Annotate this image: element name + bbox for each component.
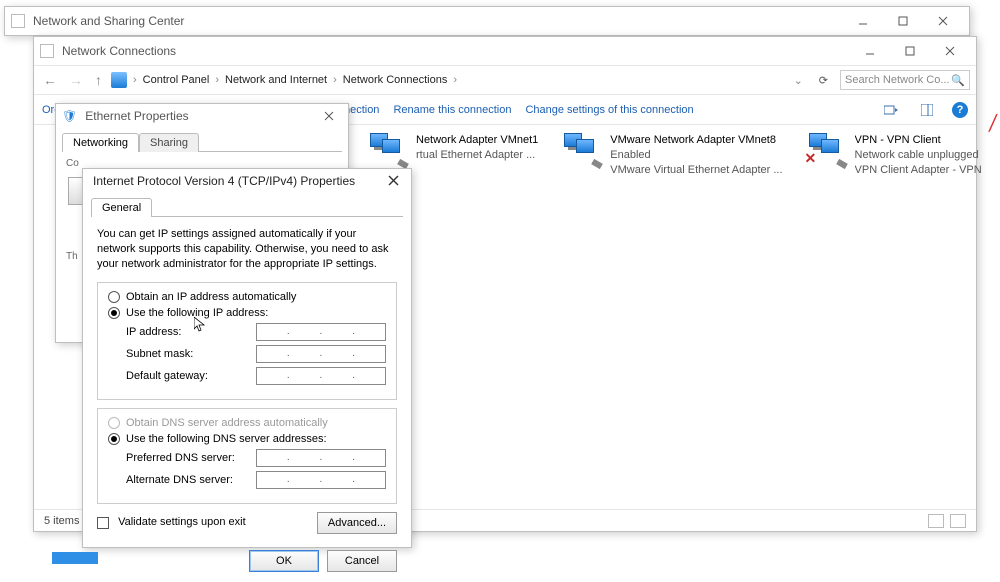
breadcrumb-item[interactable]: Network Connections	[343, 74, 448, 86]
ok-button[interactable]: OK	[249, 550, 319, 572]
disconnected-icon: ✕	[805, 150, 817, 167]
alternate-dns-input[interactable]: ...	[256, 471, 386, 489]
back-button[interactable]: ←	[40, 72, 60, 88]
minimize-button[interactable]	[843, 11, 883, 31]
breadcrumb-item[interactable]: Control Panel	[143, 74, 210, 86]
validate-checkbox[interactable]	[97, 517, 109, 529]
default-gateway-label: Default gateway:	[126, 370, 256, 382]
adapter-name: VPN - VPN Client	[855, 133, 982, 148]
adapter-device: rtual Ethernet Adapter ...	[416, 148, 538, 163]
validate-checkbox-row[interactable]: Validate settings upon exit	[97, 516, 246, 528]
forward-button[interactable]: →	[66, 72, 86, 88]
icons-view-button[interactable]	[950, 514, 966, 528]
adapter-status: Network cable unplugged	[855, 148, 982, 163]
advanced-button[interactable]: Advanced...	[317, 512, 397, 534]
adapter-item[interactable]: VMware Network Adapter VMnet8 Enabled VM…	[560, 133, 782, 178]
address-dropdown[interactable]: ⌄	[794, 74, 803, 87]
dns-settings-group: Obtain DNS server address automatically …	[97, 408, 397, 504]
adapter-status: Enabled	[610, 148, 782, 163]
view-options-button[interactable]	[880, 101, 902, 119]
titlebar[interactable]: 🛡 Ethernet Properties	[56, 104, 348, 128]
tab-bar: Networking Sharing	[62, 132, 342, 152]
shield-icon: 🛡	[62, 109, 77, 123]
radio-label: Obtain an IP address automatically	[126, 291, 296, 303]
breadcrumb-separator: ›	[133, 74, 137, 86]
radio-label: Use the following DNS server addresses:	[126, 433, 327, 445]
window-title: Internet Protocol Version 4 (TCP/IPv4) P…	[89, 174, 382, 188]
control-panel-icon	[111, 72, 127, 88]
cancel-button[interactable]: Cancel	[327, 550, 397, 572]
network-adapter-icon: ✕	[805, 133, 849, 167]
titlebar[interactable]: Network Connections	[34, 37, 976, 65]
subnet-mask-input[interactable]: ...	[256, 345, 386, 363]
subnet-mask-label: Subnet mask:	[126, 348, 256, 360]
help-button[interactable]: ?	[952, 102, 968, 118]
preferred-dns-input[interactable]: ...	[256, 449, 386, 467]
adapter-item[interactable]: ✕ VPN - VPN Client Network cable unplugg…	[805, 133, 982, 178]
search-input[interactable]: Search Network Co... 🔍	[840, 70, 970, 90]
tab-networking[interactable]: Networking	[62, 133, 139, 152]
app-icon	[11, 14, 25, 28]
radio-label: Obtain DNS server address automatically	[126, 417, 328, 429]
preferred-dns-label: Preferred DNS server:	[126, 452, 256, 464]
maximize-button[interactable]	[890, 41, 930, 61]
breadcrumb-separator: ›	[453, 74, 457, 86]
radio-obtain-dns	[108, 417, 120, 429]
radio-use-dns[interactable]	[108, 433, 120, 445]
window-network-sharing-center: Network and Sharing Center	[4, 6, 970, 36]
window-title: Network and Sharing Center	[29, 14, 843, 28]
change-settings-cmd[interactable]: Change settings of this connection	[525, 104, 693, 116]
breadcrumb-item[interactable]: Network and Internet	[225, 74, 327, 86]
annotation-mark: ⁄	[990, 110, 998, 138]
default-gateway-input[interactable]: ...	[256, 367, 386, 385]
tab-bar: General	[91, 197, 403, 217]
up-button[interactable]: ↑	[92, 72, 105, 88]
maximize-button[interactable]	[883, 11, 923, 31]
titlebar[interactable]: Network and Sharing Center	[5, 7, 969, 35]
adapter-name: VMware Network Adapter VMnet8	[610, 133, 782, 148]
close-button[interactable]	[923, 11, 963, 31]
radio-obtain-ip[interactable]	[108, 291, 120, 303]
ip-address-label: IP address:	[126, 326, 256, 338]
details-view-button[interactable]	[928, 514, 944, 528]
tab-general[interactable]: General	[91, 198, 152, 217]
titlebar[interactable]: Internet Protocol Version 4 (TCP/IPv4) P…	[83, 169, 411, 193]
network-adapter-icon	[366, 133, 410, 167]
ip-settings-group: Obtain an IP address automatically Use t…	[97, 282, 397, 400]
rename-cmd[interactable]: Rename this connection	[393, 104, 511, 116]
close-button[interactable]	[382, 173, 405, 189]
network-adapter-icon	[560, 133, 604, 167]
alternate-dns-label: Alternate DNS server:	[126, 474, 256, 486]
radio-use-ip[interactable]	[108, 307, 120, 319]
breadcrumb-separator: ›	[215, 74, 219, 86]
item-count: 5 items	[44, 515, 79, 527]
app-icon	[40, 44, 54, 58]
search-placeholder: Search Network Co...	[845, 74, 950, 86]
window-title: Network Connections	[58, 44, 850, 58]
preview-pane-button[interactable]	[916, 101, 938, 119]
description-text: You can get IP settings assigned automat…	[83, 217, 411, 278]
validate-label: Validate settings upon exit	[118, 516, 246, 528]
taskbar-item[interactable]	[52, 552, 98, 564]
ip-address-input[interactable]: ...	[256, 323, 386, 341]
window-title: Ethernet Properties	[81, 109, 316, 123]
refresh-button[interactable]: ⟳	[813, 74, 834, 87]
adapter-device: VMware Virtual Ethernet Adapter ...	[610, 163, 782, 178]
radio-label: Use the following IP address:	[126, 307, 268, 319]
close-button[interactable]	[930, 41, 970, 61]
search-icon: 🔍	[951, 74, 965, 87]
minimize-button[interactable]	[850, 41, 890, 61]
adapter-name: Network Adapter VMnet1	[416, 133, 538, 148]
close-button[interactable]	[316, 106, 342, 126]
window-ipv4-properties: Internet Protocol Version 4 (TCP/IPv4) P…	[82, 168, 412, 548]
tab-sharing[interactable]: Sharing	[139, 133, 199, 152]
adapter-device: VPN Client Adapter - VPN	[855, 163, 982, 178]
breadcrumb-separator: ›	[333, 74, 337, 86]
address-bar: ← → ↑ › Control Panel › Network and Inte…	[34, 65, 976, 95]
